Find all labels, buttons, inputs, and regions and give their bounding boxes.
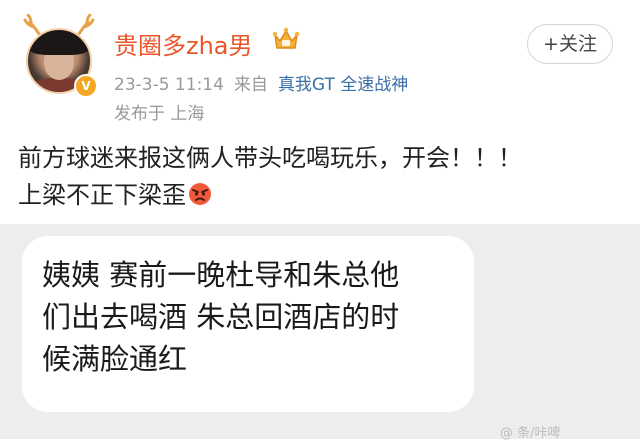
username-link[interactable]: 贵圈多zha男 <box>114 26 253 61</box>
avatar-container[interactable]: V <box>16 8 100 98</box>
bubble-line: 们出去喝酒 朱总回酒店的时 <box>42 300 400 334</box>
chat-bubble: 姨姨 赛前一晚杜导和朱总他 们出去喝酒 朱总回酒店的时 候满脸通红 <box>22 236 474 412</box>
follow-button[interactable]: +关注 <box>527 24 613 64</box>
source-prefix: 来自 <box>233 75 268 95</box>
post-image[interactable]: 姨姨 赛前一晚杜导和朱总他 们出去喝酒 朱总回酒店的时 候满脸通红 @ 条/咔啤 <box>0 224 640 441</box>
post-meta: 23-3-5 11:14 来自 真我GT 全速战神 <box>114 70 418 95</box>
post-text-line-2: 上梁不正下梁歪 <box>18 177 628 214</box>
device-link[interactable]: 真我GT 全速战神 <box>278 75 408 95</box>
post-date: 23-3-5 11:14 <box>114 75 224 95</box>
post-location: 发布于 上海 <box>114 104 205 124</box>
crown-icon <box>272 27 300 49</box>
post-text-line: 前方球迷来报这俩人带头吃喝玩乐，开会！！！ <box>18 144 522 172</box>
post-content: 前方球迷来报这俩人带头吃喝玩乐，开会！！！ 上梁不正下梁歪 <box>18 140 628 214</box>
bubble-line: 候满脸通红 <box>42 342 188 376</box>
post-header: V 贵圈多zha男 +关注 23-3-5 11:14 来自 真我GT 全速战神 发布… <box>0 0 640 124</box>
bubble-line: 姨姨 赛前一晚杜导和朱总他 <box>42 258 400 292</box>
verified-badge-icon: V <box>74 74 98 98</box>
watermark: @ 条/咔啤 <box>500 426 561 441</box>
angry-face-icon <box>189 183 211 205</box>
